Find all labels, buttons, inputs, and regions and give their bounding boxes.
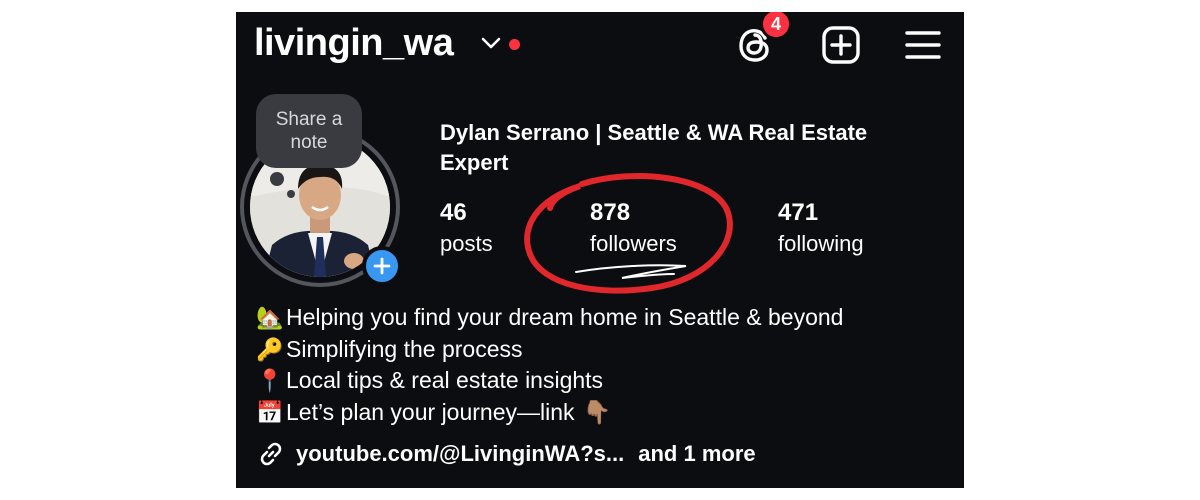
menu-button[interactable]: [900, 22, 946, 68]
bio-text: Helping you find your dream home in Seat…: [286, 304, 844, 330]
link-icon: [260, 442, 282, 466]
menu-icon: [905, 31, 941, 59]
posts-stat[interactable]: 46 posts: [440, 198, 493, 260]
profile-panel: livingin_wa 4 Share a note Dylan Serrano…: [236, 12, 964, 488]
following-label: following: [778, 231, 864, 256]
bio-line: 🏡 Helping you find your dream home in Se…: [256, 302, 843, 334]
share-note-bubble[interactable]: Share a note: [256, 94, 362, 168]
profile-link-url[interactable]: youtube.com/@LivinginWA?s...: [296, 441, 624, 467]
bio-line: 📅 Let’s plan your journey—link 👇🏽: [256, 397, 843, 429]
pin-icon: 📍: [256, 368, 284, 393]
chevron-down-icon[interactable]: [480, 36, 502, 50]
profile-username[interactable]: livingin_wa: [254, 22, 454, 65]
posts-label: posts: [440, 231, 493, 256]
new-post-button[interactable]: [818, 22, 864, 68]
add-story-icon: [373, 257, 391, 275]
bio-line: 📍 Local tips & real estate insights: [256, 365, 843, 397]
note-tail-dot: [287, 190, 295, 198]
annotation-circle: [524, 173, 733, 294]
bio-line: 🔑 Simplifying the process: [256, 334, 843, 366]
profile-link-row[interactable]: youtube.com/@LivinginWA?s... and 1 more: [256, 439, 756, 469]
profile-full-name: Dylan Serrano | Seattle & WA Real Estate…: [440, 120, 868, 175]
notification-badge: 4: [760, 12, 792, 40]
calendar-icon: 📅: [256, 399, 284, 425]
bio-text: Let’s plan your journey—link: [286, 398, 575, 425]
bio-text: Simplifying the process: [286, 335, 523, 362]
following-stat[interactable]: 471 following: [778, 198, 864, 260]
new-post-icon: [822, 26, 860, 64]
pointing-down-icon: 👇🏽: [582, 398, 612, 425]
following-count: 471: [778, 199, 819, 226]
profile-bio: 🏡 Helping you find your dream home in Se…: [256, 302, 843, 428]
posts-count: 46: [440, 199, 467, 226]
more-links-button[interactable]: and 1 more: [638, 441, 755, 467]
house-icon: 🏡: [256, 305, 284, 330]
note-tail-dot: [270, 172, 284, 186]
key-icon: 🔑: [256, 336, 284, 362]
live-dot: [509, 39, 520, 50]
add-story-button[interactable]: [362, 246, 402, 286]
bio-text: Local tips & real estate insights: [286, 367, 604, 393]
